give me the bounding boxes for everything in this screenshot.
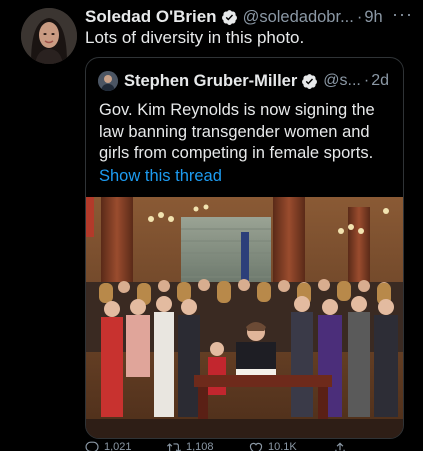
author-handle[interactable]: @soledadobr... [243, 8, 354, 27]
retweet-count: 1,108 [186, 441, 214, 451]
quoted-author-name[interactable]: Stephen Gruber-Miller [124, 72, 297, 91]
retweet-icon [167, 443, 181, 451]
tweet-text: Lots of diversity in this photo. [85, 28, 305, 47]
like-count: 10.1K [268, 441, 297, 451]
share-button[interactable] [333, 441, 347, 451]
reply-count: 1,021 [104, 441, 132, 451]
retweet-button[interactable]: 1,108 [167, 441, 214, 451]
quoted-tweet[interactable]: Stephen Gruber-Miller @s... · 2d Gov. Ki… [85, 57, 404, 439]
like-icon [249, 442, 263, 451]
author-avatar[interactable] [21, 8, 77, 64]
separator-dot: · [356, 7, 363, 26]
action-bar: 1,021 1,108 10.1K [85, 441, 405, 451]
reply-icon [85, 441, 99, 451]
like-button[interactable]: 10.1K [249, 441, 297, 451]
more-icon[interactable]: ··· [392, 4, 413, 25]
quoted-text: Gov. Kim Reynolds is now signing the law… [99, 101, 375, 162]
author-name[interactable]: Soledad O'Brien [85, 7, 217, 27]
verified-badge-icon [302, 73, 318, 89]
verified-badge-icon [221, 9, 237, 25]
quoted-author-handle[interactable]: @s... [323, 72, 361, 90]
quoted-avatar [98, 71, 118, 91]
tweet-time[interactable]: 9h [364, 8, 382, 27]
show-thread-link[interactable]: Show this thread [99, 167, 222, 186]
tweet-header: Soledad O'Brien @soledadobr... · 9h [85, 6, 413, 28]
quoted-photo[interactable] [86, 197, 403, 438]
share-icon [335, 442, 345, 451]
quoted-header: Stephen Gruber-Miller @s... · 2d [98, 70, 395, 92]
quoted-time[interactable]: 2d [371, 72, 389, 90]
reply-button[interactable]: 1,021 [85, 441, 132, 451]
separator-dot: · [363, 72, 370, 89]
